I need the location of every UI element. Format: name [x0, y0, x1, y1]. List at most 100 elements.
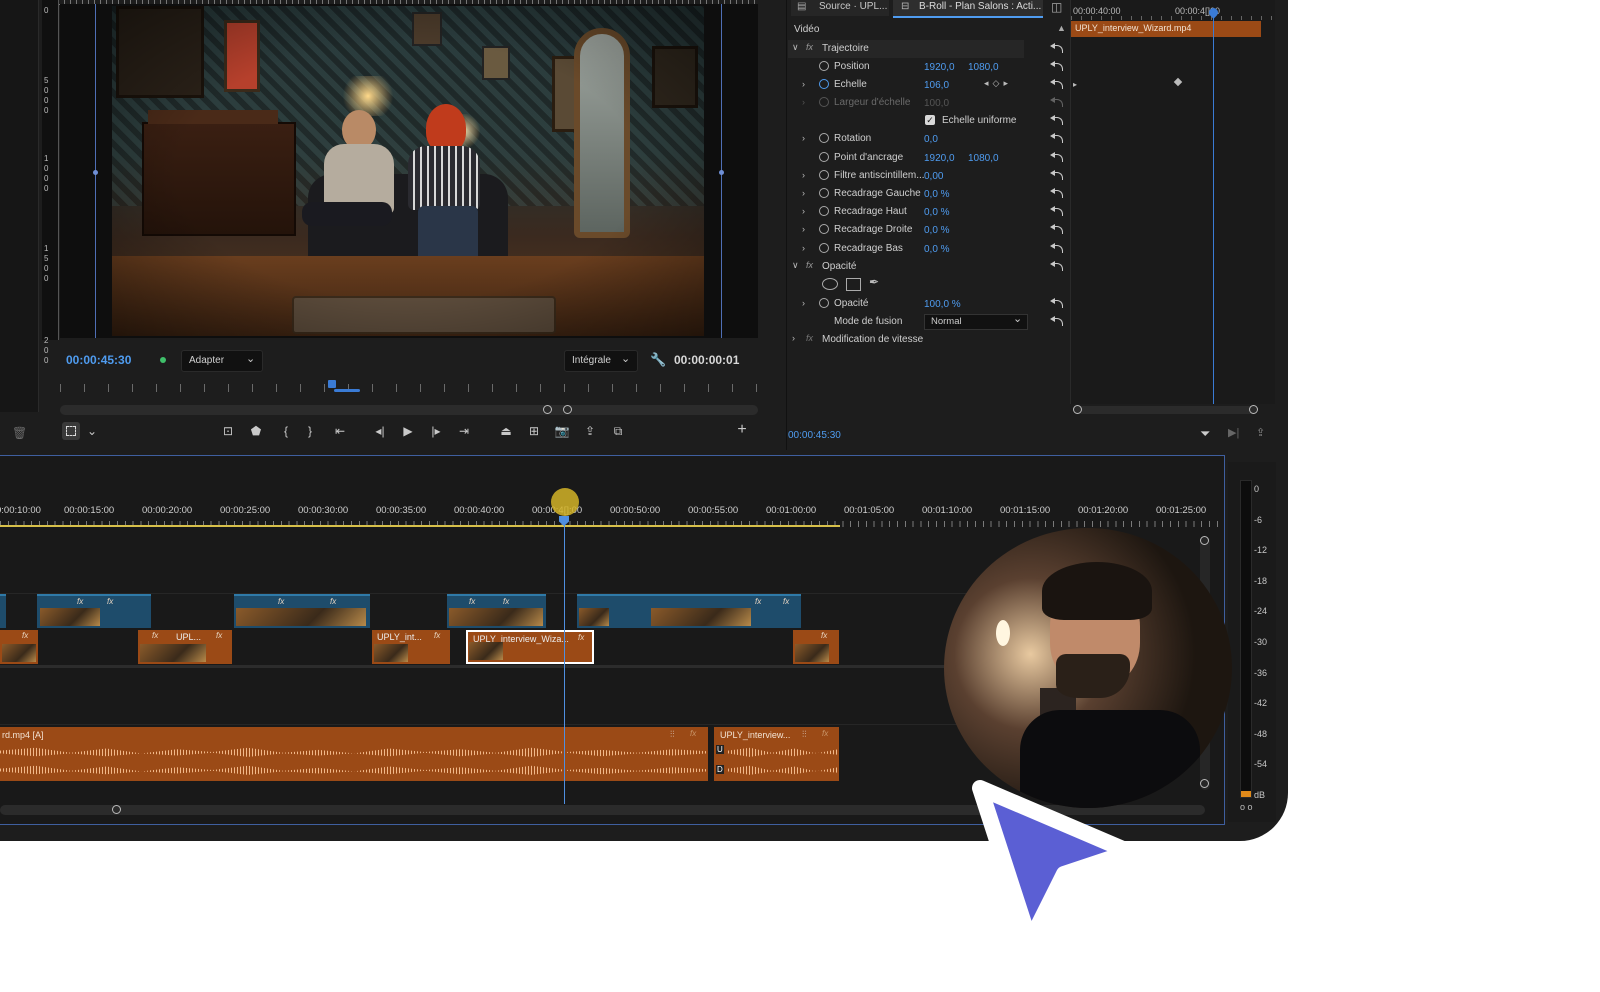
motion-effect-row[interactable]: ∨ fx Trajectoire	[788, 40, 1024, 58]
reset-icon[interactable]	[1050, 298, 1064, 310]
opacity-effect-row[interactable]: ∨ fx Opacité	[788, 258, 1066, 276]
timeline-clip[interactable]: fx fx	[447, 594, 546, 628]
go-to-in-icon[interactable]: ⇤	[332, 423, 348, 439]
reset-icon[interactable]	[1050, 188, 1064, 200]
timeline-clip[interactable]: fx fx	[234, 594, 370, 628]
stopwatch-icon[interactable]	[819, 61, 829, 71]
crop-bottom-value[interactable]: 0,0 %	[924, 244, 950, 255]
lift-icon[interactable]: ⏏	[498, 423, 514, 439]
flicker-value[interactable]: 0,00	[924, 171, 943, 182]
reset-icon[interactable]	[1050, 243, 1064, 255]
stopwatch-icon[interactable]	[819, 206, 829, 216]
chevron-right-icon[interactable]: ›	[802, 188, 805, 198]
scroll-handle[interactable]	[1200, 779, 1209, 788]
timeline-clip[interactable]: fx UPL... fx	[138, 630, 232, 664]
chevron-right-icon[interactable]: ›	[802, 206, 805, 216]
scroll-handle[interactable]	[1249, 405, 1258, 414]
go-to-out-icon[interactable]: ⇥	[456, 423, 472, 439]
rotation-value[interactable]: 0,0	[924, 134, 938, 145]
meter-solo-buttons[interactable]: o o	[1240, 802, 1253, 812]
timeline-clip[interactable]: fx	[0, 630, 38, 664]
uniform-scale-checkbox[interactable]: ✓	[925, 115, 935, 125]
mark-out-icon[interactable]: }	[302, 423, 318, 439]
step-forward-icon[interactable]: |▸	[428, 423, 444, 439]
scale-value[interactable]: 106,0	[924, 80, 949, 91]
speed-effect-row[interactable]: › fx Modification de vitesse	[788, 331, 1066, 349]
chevron-right-icon[interactable]: ›	[802, 243, 805, 253]
selected-timeline-clip[interactable]: UPLY_interview_Wiza... fx	[466, 630, 594, 664]
collapse-up-icon[interactable]: ▲	[1057, 23, 1066, 33]
reset-icon[interactable]	[1050, 152, 1064, 164]
panel-menu-icon[interactable]: ◫	[1051, 0, 1062, 14]
crop-top-value[interactable]: 0,0 %	[924, 207, 950, 218]
keyframe-icon[interactable]	[1173, 77, 1183, 87]
transform-handle[interactable]	[719, 170, 724, 175]
quality-dropdown[interactable]: Intégrale ⌄	[564, 350, 638, 372]
scroll-handle[interactable]	[543, 405, 552, 414]
chevron-right-icon[interactable]: ›	[802, 224, 805, 234]
stopwatch-icon[interactable]	[819, 243, 829, 253]
scroll-handle[interactable]	[563, 405, 572, 414]
chevron-down-icon[interactable]: ⌄	[84, 423, 100, 439]
transform-handle[interactable]	[93, 170, 98, 175]
stopwatch-icon[interactable]	[819, 133, 829, 143]
tab-effect-controls[interactable]: ⊟ B-Roll - Plan Salons : Acti...	[893, 0, 1043, 18]
timeline-playhead-line[interactable]	[564, 516, 565, 804]
step-back-icon[interactable]: ◂|	[372, 423, 388, 439]
filter-icon[interactable]: ⏷	[1200, 426, 1210, 442]
effect-timeline[interactable]: 00:00:40:00 00:00:4[]00 UPLY_interview_W…	[1070, 0, 1275, 414]
reset-icon[interactable]	[1050, 316, 1064, 328]
wrench-icon[interactable]: 🔧	[650, 352, 666, 368]
chevron-right-icon[interactable]: ›	[802, 79, 805, 89]
effect-timeline-clip[interactable]: UPLY_interview_Wizard.mp4	[1071, 21, 1261, 37]
timeline-clip[interactable]: fx fx	[37, 594, 151, 628]
trash-icon[interactable]: 🗑	[12, 426, 27, 440]
marker-zoom-icon[interactable]: ⊡	[220, 423, 236, 439]
audio-clip[interactable]: rd.mp4 [A] ⫶⫶ fx	[0, 727, 708, 781]
anchor-x-value[interactable]: 1920,0	[924, 153, 955, 164]
reset-icon[interactable]	[1050, 43, 1064, 55]
reset-icon[interactable]	[1050, 115, 1064, 127]
add-button-icon[interactable]: +	[734, 421, 750, 438]
reset-icon[interactable]	[1050, 133, 1064, 145]
pen-mask-icon[interactable]: ✒	[869, 275, 879, 289]
effect-playhead[interactable]	[1213, 8, 1214, 404]
position-x-value[interactable]: 1920,0	[924, 62, 955, 73]
stopwatch-icon[interactable]	[819, 224, 829, 234]
mark-in-icon[interactable]: {	[278, 423, 294, 439]
opacity-value[interactable]: 100,0 %	[924, 299, 961, 310]
timeline-clip[interactable]: fx	[793, 630, 839, 664]
blend-mode-dropdown[interactable]: Normal ⌄	[924, 313, 1028, 330]
chevron-right-icon[interactable]: ›	[802, 298, 805, 308]
chevron-right-icon[interactable]: ›	[802, 133, 805, 143]
crop-right-value[interactable]: 0,0 %	[924, 225, 950, 236]
reset-icon[interactable]	[1050, 206, 1064, 218]
audio-clip[interactable]: UPLY_interview... ⫶⫶ fx U D	[714, 727, 839, 781]
effect-timeline-scrollbar[interactable]	[1073, 405, 1258, 414]
extract-icon[interactable]: ⊞	[526, 423, 542, 439]
reset-icon[interactable]	[1050, 61, 1064, 73]
reset-icon[interactable]	[1050, 79, 1064, 91]
reset-icon[interactable]	[1050, 170, 1064, 182]
monitor-mini-ruler[interactable]	[60, 378, 758, 392]
export-frame-icon[interactable]: ⇪	[582, 423, 598, 439]
chevron-right-icon[interactable]: ›	[802, 97, 805, 107]
stopwatch-icon[interactable]	[819, 188, 829, 198]
monitor-zoom-scrollbar[interactable]	[60, 405, 758, 415]
timeline-clip[interactable]: UPLY_int... fx	[372, 630, 450, 664]
stopwatch-icon[interactable]	[819, 79, 829, 89]
timeline-clip[interactable]	[0, 594, 6, 628]
stopwatch-icon[interactable]	[819, 298, 829, 308]
fit-dropdown[interactable]: Adapter ⌄	[181, 350, 263, 372]
comparison-view-icon[interactable]: ⧉	[610, 423, 626, 439]
play-icon[interactable]: ▶	[400, 423, 416, 439]
tab-source[interactable]: ▤ Source · UPL...	[791, 0, 889, 16]
ellipse-mask-icon[interactable]	[822, 278, 838, 290]
stopwatch-icon[interactable]	[819, 170, 829, 180]
crop-left-value[interactable]: 0,0 %	[924, 189, 950, 200]
monitor-timecode[interactable]: 00:00:45:30	[66, 353, 131, 367]
scroll-handle[interactable]	[112, 805, 121, 814]
chevron-right-icon[interactable]: ›	[802, 170, 805, 180]
ripple-icon[interactable]: ▶|	[1228, 426, 1239, 439]
reset-icon[interactable]	[1050, 261, 1064, 273]
